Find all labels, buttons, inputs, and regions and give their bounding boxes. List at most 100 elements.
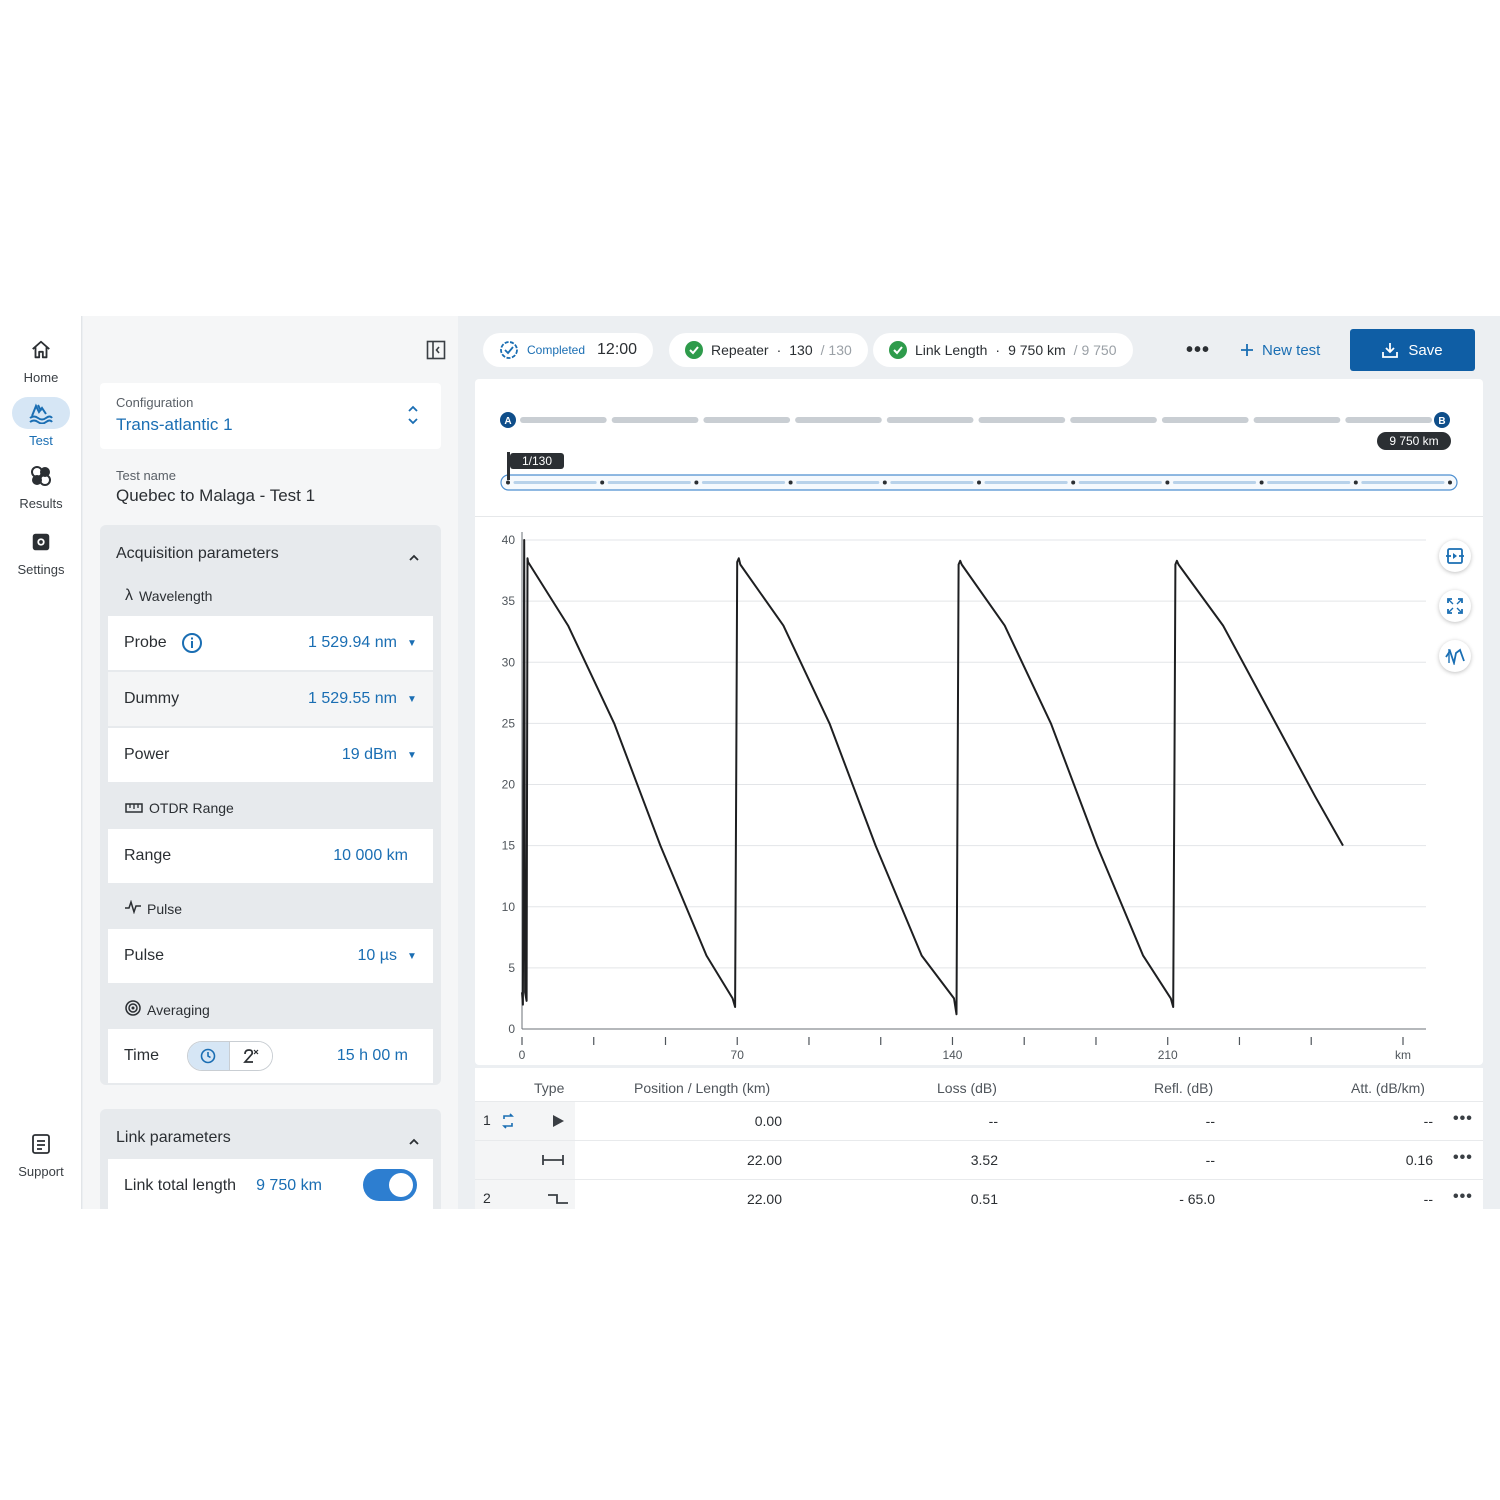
y-tick-label: 5 [508,961,515,975]
repeater-dot[interactable] [1353,480,1358,485]
x-tick-label: 140 [942,1048,962,1062]
time-value: 15 h 00 m [336,1047,408,1064]
save-button[interactable]: Save [1350,329,1475,371]
repeater-dot[interactable] [1259,480,1264,485]
row-refl: -- [1205,1152,1215,1168]
table-row[interactable]: 1 0.00 -- -- -- ••• [475,1102,1483,1140]
configuration-select[interactable]: Configuration Trans-atlantic 1 [100,383,441,449]
power-of-two-icon[interactable] [229,1042,272,1070]
app-window: Home Test Results Settings Support Confi… [0,316,1500,1209]
caret-down-icon: ▼ [407,637,417,649]
dummy-label: Dummy [124,690,180,707]
download-icon [1382,342,1399,358]
power-row[interactable]: Power 19 dBm ▼ [108,728,433,782]
row-loss: 3.52 [970,1152,998,1168]
more-options-icon[interactable]: ••• [1186,338,1210,362]
averaging-mode-toggle[interactable] [186,1041,273,1071]
collapse-panel-icon[interactable] [426,340,448,360]
status-link-length-chip: Link Length · 9 750 km / 9 750 [873,333,1133,367]
x-tick-label: 0 [519,1048,526,1062]
dummy-row[interactable]: Dummy 1 529.55 nm ▼ [108,672,433,726]
configuration-value: Trans-atlantic 1 [116,415,233,434]
table-row[interactable]: 22.00 3.52 -- 0.16 ••• [475,1141,1483,1179]
span-overview[interactable]: A B 9 750 km 1/130 [475,379,1483,516]
row-more-icon[interactable]: ••• [1453,1188,1473,1206]
save-label: Save [1408,341,1443,359]
repeat-icon [501,1113,515,1134]
completed-label: Completed [527,343,586,357]
select-arrows-icon [407,403,419,432]
repeater-dot[interactable] [694,480,699,485]
acquisition-parameters-title[interactable]: Acquisition parameters [116,545,279,563]
row-att: -- [1423,1113,1433,1129]
span-segment[interactable] [795,417,882,423]
trace-card: A B 9 750 km 1/130 0 5 10 15 20 25 30 35 40 0 70 14… [475,379,1483,1065]
auto-zoom-button[interactable] [1439,640,1471,672]
col-type: Type [534,1080,565,1096]
repeater-dot[interactable] [977,480,981,485]
nav-test-label: Test [29,433,53,448]
repeater-label: Repeater [711,342,769,358]
row-position: 22.00 [746,1152,782,1168]
repeater-sep: · [776,342,782,358]
configuration-panel: Configuration Trans-atlantic 1 Test name… [83,316,458,1209]
time-row[interactable]: Time 15 h 00 m [108,1029,433,1083]
span-segment[interactable] [611,417,699,423]
chevron-up-icon[interactable] [409,1133,419,1151]
averaging-icon [125,1000,141,1019]
link-total-length-row: Link total length 9 750 km [108,1159,433,1209]
link-length-label: Link Length [915,342,988,358]
span-segment[interactable] [703,417,791,423]
clock-icon[interactable] [187,1042,230,1070]
range-row[interactable]: Range 10 000 km [108,829,433,883]
repeater-dot[interactable] [1165,480,1170,485]
nav-support[interactable]: Support [0,1128,82,1179]
table-row[interactable]: 2 22.00 0.51 - 65.0 -- ••• [475,1180,1483,1209]
span-segment[interactable] [886,417,974,423]
repeater-dot[interactable] [600,480,605,485]
nav-test[interactable]: Test [0,397,82,448]
scroller-handle[interactable] [507,452,510,480]
pulse-value: 10 µs [357,947,397,964]
otdr-trace-chart[interactable]: 0 5 10 15 20 25 30 35 40 0 70 140 210 km [475,516,1483,1065]
span-segment[interactable] [1161,417,1249,423]
completed-time: 12:00 [597,341,638,358]
test-icon [12,397,70,429]
link-length-value: 9 750 km [1008,342,1066,358]
info-icon[interactable] [181,632,203,654]
new-test-button[interactable]: New test [1240,338,1320,362]
power-value: 19 dBm [341,746,397,763]
nav-settings[interactable]: Settings [0,526,82,577]
probe-label: Probe [124,634,167,651]
home-icon [12,334,70,366]
fullscreen-button[interactable] [1439,590,1471,622]
nav-settings-label: Settings [17,562,65,577]
repeater-dot[interactable] [1448,480,1452,485]
nav-results[interactable]: Results [0,460,82,511]
span-segment[interactable] [1070,417,1157,423]
span-segment[interactable] [1253,417,1341,423]
nav-home[interactable]: Home [0,334,82,385]
results-icon [12,460,70,492]
repeater-dot[interactable] [882,480,887,485]
pulse-row[interactable]: Pulse 10 µs ▼ [108,929,433,983]
support-icon [12,1128,70,1160]
status-completed-chip: Completed 12:00 [483,333,654,367]
row-more-icon[interactable]: ••• [1453,1110,1473,1128]
link-total-length-toggle[interactable] [363,1169,417,1201]
y-tick-label: 10 [502,900,516,914]
link-parameters-title[interactable]: Link parameters [116,1129,231,1147]
test-name-field[interactable]: Quebec to Malaga - Test 1 [116,486,315,506]
chevron-up-icon[interactable] [409,549,419,567]
row-refl: -- [1205,1113,1215,1129]
repeater-dot[interactable] [1071,480,1076,485]
mini-segments [506,480,1452,485]
span-segment[interactable] [978,417,1066,423]
row-more-icon[interactable]: ••• [1453,1149,1473,1167]
repeater-dot[interactable] [506,480,510,485]
trace-view-button[interactable] [1439,540,1471,572]
span-segment[interactable] [520,417,607,423]
probe-row[interactable]: Probe 1 529.94 nm ▼ [108,616,433,670]
repeater-dot[interactable] [788,480,793,485]
span-segment[interactable] [1345,417,1432,423]
